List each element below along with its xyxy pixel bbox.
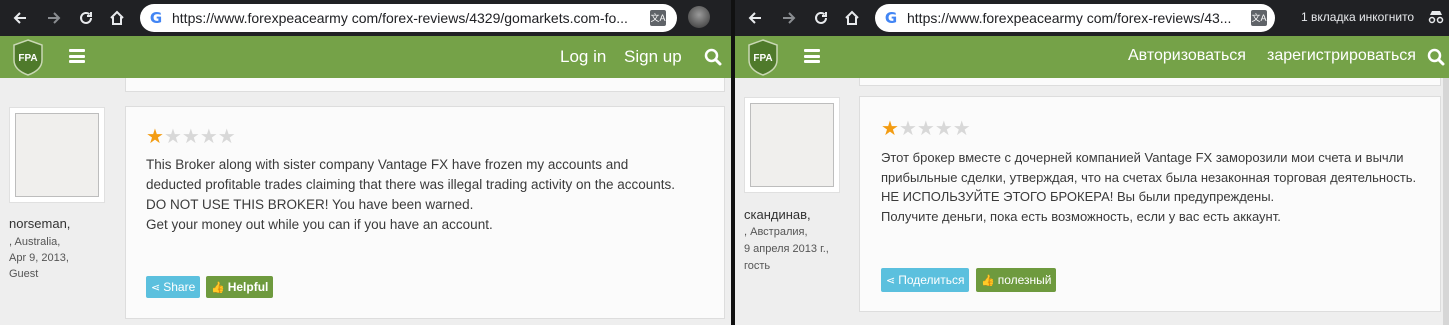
- author-role: гость: [744, 260, 771, 272]
- reload-icon[interactable]: [809, 6, 833, 30]
- review-line: DO NOT USE THIS BROKER! You have been wa…: [146, 197, 474, 212]
- url-text: https://www.forexpeacearmy com/forex-rev…: [172, 10, 628, 26]
- translate-icon[interactable]: 文A: [650, 10, 666, 26]
- review-line: Получите деньги, пока есть возможность, …: [881, 208, 1281, 224]
- profile-avatar-icon[interactable]: [688, 6, 710, 28]
- review-line: This Broker along with sister company Va…: [146, 157, 676, 192]
- menu-icon[interactable]: [804, 49, 820, 63]
- share-icon: ⋖: [151, 282, 161, 294]
- previous-review-card: [859, 78, 1441, 86]
- svg-text:FPA: FPA: [753, 53, 772, 64]
- star-empty-icon: ★: [898, 118, 917, 140]
- share-label: Поделиться: [898, 273, 965, 287]
- site-navbar: FPA Log in Sign up: [0, 36, 731, 78]
- user-avatar: [744, 97, 840, 193]
- login-link[interactable]: Авторизоваться: [1128, 47, 1246, 65]
- helpful-label: Helpful: [227, 280, 269, 294]
- author-role: Guest: [9, 268, 39, 280]
- star-filled-icon: ★: [881, 118, 899, 140]
- helpful-label: полезный: [997, 273, 1052, 287]
- star-rating: ★★★★★: [881, 119, 971, 139]
- site-navbar: FPA Авторизоваться зарегистрироваться: [735, 36, 1449, 78]
- thumbs-up-icon: 👍: [981, 275, 995, 287]
- star-empty-icon: ★: [934, 118, 953, 140]
- thumbs-up-icon: 👍: [211, 282, 225, 294]
- google-icon: G: [884, 9, 898, 27]
- home-icon[interactable]: [105, 6, 129, 30]
- left-browser-window: G https://www.forexpeacearmy com/forex-r…: [0, 0, 731, 325]
- share-button[interactable]: ⋖ Поделиться: [881, 268, 970, 292]
- back-arrow-icon[interactable]: [8, 6, 32, 30]
- forward-arrow-icon[interactable]: [42, 6, 66, 30]
- review-date: 9 апреля 2013 г.,: [744, 243, 829, 255]
- helpful-button[interactable]: 👍 Helpful: [206, 276, 274, 298]
- review-card: ★★★★★ This Broker along with sister comp…: [125, 106, 725, 319]
- star-rating: ★★★★★: [146, 127, 236, 147]
- review-date: Apr 9, 2013,: [9, 252, 69, 264]
- address-bar[interactable]: G https://www.forexpeacearmy com/forex-r…: [140, 4, 677, 32]
- login-link[interactable]: Log in: [560, 47, 606, 67]
- search-icon[interactable]: [1427, 48, 1445, 66]
- browser-toolbar: G https://www.forexpeacearmy com/forex-r…: [735, 0, 1449, 36]
- fpa-logo-icon[interactable]: FPA: [747, 38, 779, 76]
- share-icon: ⋖: [886, 275, 896, 287]
- star-empty-icon: ★: [217, 126, 236, 148]
- incognito-label[interactable]: 1 вкладка инкогнито: [1301, 10, 1414, 24]
- share-button[interactable]: ⋖ Share: [146, 276, 201, 298]
- fpa-logo-icon[interactable]: FPA: [12, 38, 44, 76]
- star-empty-icon: ★: [163, 126, 182, 148]
- home-icon[interactable]: [840, 6, 864, 30]
- url-text: https://www.forexpeacearmy com/forex-rev…: [907, 10, 1232, 26]
- avatar-placeholder: [750, 103, 834, 187]
- review-line: НЕ ИСПОЛЬЗУЙТЕ ЭТОГО БРОКЕРА! Вы были пр…: [881, 189, 1275, 204]
- incognito-icon[interactable]: [1427, 9, 1445, 25]
- user-avatar: [9, 107, 105, 203]
- back-arrow-icon[interactable]: [743, 6, 767, 30]
- star-empty-icon: ★: [181, 126, 200, 148]
- star-empty-icon: ★: [952, 118, 971, 140]
- avatar-placeholder: [15, 113, 99, 197]
- signup-link[interactable]: зарегистрироваться: [1267, 47, 1416, 65]
- star-empty-icon: ★: [916, 118, 935, 140]
- browser-toolbar: G https://www.forexpeacearmy com/forex-r…: [0, 0, 731, 36]
- review-text: This Broker along with sister company Va…: [146, 155, 676, 235]
- review-card: ★★★★★ Этот брокер вместе с дочерней комп…: [859, 96, 1441, 312]
- star-filled-icon: ★: [146, 126, 164, 148]
- translate-icon[interactable]: 文A: [1251, 10, 1267, 26]
- signup-link[interactable]: Sign up: [624, 47, 682, 67]
- review-text: Этот брокер вместе с дочерней компанией …: [881, 148, 1436, 226]
- previous-review-card: [125, 78, 725, 92]
- page-scrollbar[interactable]: [1443, 78, 1449, 325]
- menu-icon[interactable]: [69, 49, 85, 63]
- star-empty-icon: ★: [199, 126, 218, 148]
- author-location: , Australia,: [9, 236, 61, 248]
- svg-text:FPA: FPA: [18, 53, 37, 64]
- google-icon: G: [149, 9, 163, 27]
- address-bar[interactable]: G https://www.forexpeacearmy com/forex-r…: [875, 4, 1275, 32]
- share-label: Share: [163, 280, 196, 294]
- review-line: Этот брокер вместе с дочерней компанией …: [881, 150, 1417, 185]
- review-author[interactable]: norseman,: [9, 216, 70, 231]
- reload-icon[interactable]: [74, 6, 98, 30]
- review-author[interactable]: скандинав,: [744, 207, 811, 222]
- forward-arrow-icon[interactable]: [777, 6, 801, 30]
- author-location: , Австралия,: [744, 226, 808, 238]
- review-line: Get your money out while you can if you …: [146, 217, 493, 232]
- search-icon[interactable]: [704, 48, 722, 66]
- helpful-button[interactable]: 👍 полезный: [976, 268, 1057, 292]
- right-browser-window: G https://www.forexpeacearmy com/forex-r…: [735, 0, 1449, 325]
